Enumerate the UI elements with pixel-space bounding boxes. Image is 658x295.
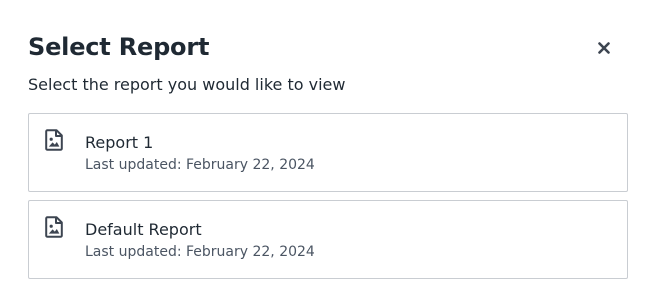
report-option-report-1[interactable]: Report 1 Last updated: February 22, 2024 <box>28 113 628 192</box>
report-name: Default Report <box>85 220 202 239</box>
report-name: Report 1 <box>85 133 154 152</box>
select-report-dialog: Select Report Select the report you woul… <box>0 0 658 295</box>
report-file-icon <box>45 129 63 151</box>
close-button[interactable] <box>591 35 617 61</box>
report-last-updated: Last updated: February 22, 2024 <box>85 157 315 173</box>
report-last-updated: Last updated: February 22, 2024 <box>85 244 315 260</box>
report-file-icon <box>45 216 63 238</box>
dialog-subtitle: Select the report you would like to view <box>28 75 346 94</box>
dialog-title: Select Report <box>28 33 210 61</box>
report-option-default-report[interactable]: Default Report Last updated: February 22… <box>28 200 628 279</box>
close-icon <box>598 42 610 54</box>
